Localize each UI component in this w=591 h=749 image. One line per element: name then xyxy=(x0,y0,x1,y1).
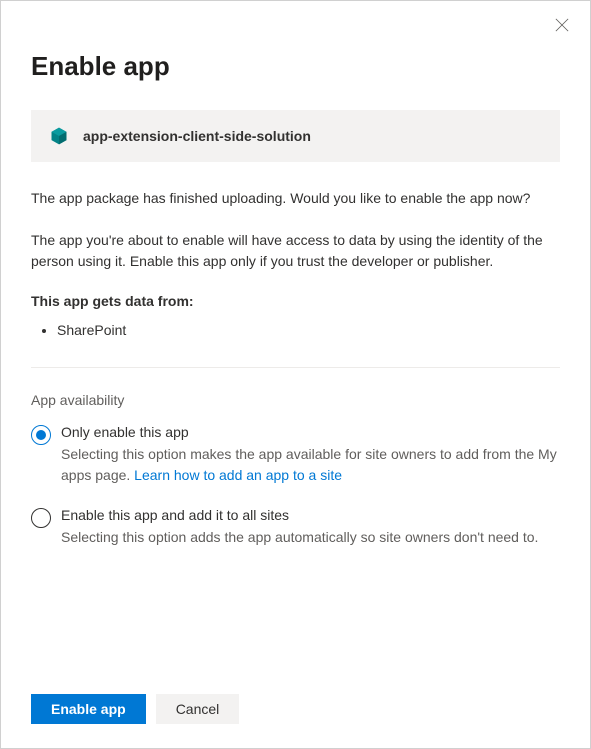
cancel-button[interactable]: Cancel xyxy=(156,694,240,724)
availability-radio-group: Only enable this app Selecting this opti… xyxy=(31,424,560,547)
trust-warning-text: The app you're about to enable will have… xyxy=(31,230,560,271)
dialog-footer: Enable app Cancel xyxy=(31,694,239,724)
close-button[interactable] xyxy=(552,15,572,35)
radio-label-only-enable[interactable]: Only enable this app xyxy=(61,424,560,440)
app-banner: app-extension-client-side-solution xyxy=(31,110,560,162)
divider xyxy=(31,367,560,368)
enable-app-button[interactable]: Enable app xyxy=(31,694,146,724)
radio-option-only-enable: Only enable this app Selecting this opti… xyxy=(31,424,560,485)
learn-add-app-link[interactable]: Learn how to add an app to a site xyxy=(134,467,342,483)
radio-option-add-all-sites: Enable this app and add it to all sites … xyxy=(31,507,560,547)
upload-complete-text: The app package has finished uploading. … xyxy=(31,188,560,208)
radio-only-enable[interactable] xyxy=(31,425,51,445)
data-sources-list: SharePoint xyxy=(31,319,560,341)
close-icon xyxy=(555,18,569,32)
package-icon xyxy=(49,126,69,146)
availability-heading: App availability xyxy=(31,392,560,408)
radio-label-add-all-sites[interactable]: Enable this app and add it to all sites xyxy=(61,507,560,523)
data-source-item: SharePoint xyxy=(57,319,560,341)
dialog-title: Enable app xyxy=(31,51,560,82)
radio-hint-add-all-sites: Selecting this option adds the app autom… xyxy=(61,527,560,547)
enable-app-dialog: Enable app app-extension-client-side-sol… xyxy=(0,0,591,749)
radio-add-all-sites[interactable] xyxy=(31,508,51,528)
data-sources-label: This app gets data from: xyxy=(31,293,560,309)
app-name: app-extension-client-side-solution xyxy=(83,128,311,144)
radio-hint-only-enable: Selecting this option makes the app avai… xyxy=(61,444,560,485)
